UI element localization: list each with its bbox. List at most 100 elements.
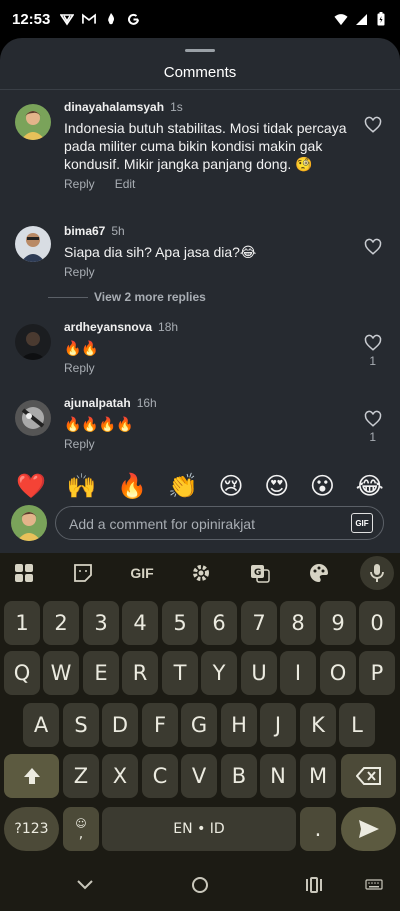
key-5[interactable]: 5: [162, 601, 198, 645]
key-4[interactable]: 4: [122, 601, 158, 645]
key-b[interactable]: B: [221, 754, 257, 798]
key-y[interactable]: Y: [201, 651, 237, 695]
key-x[interactable]: X: [102, 754, 138, 798]
my-avatar: [11, 505, 47, 541]
like-heart-icon[interactable]: [364, 334, 382, 352]
space-key[interactable]: EN • ID: [102, 807, 296, 851]
emoji-heart-eyes-button[interactable]: 😍: [264, 472, 289, 500]
gif-button[interactable]: GIF: [351, 513, 373, 533]
key-8[interactable]: 8: [280, 601, 316, 645]
comment-input-row: GIF: [0, 502, 400, 550]
key-a[interactable]: A: [23, 703, 59, 747]
key-l[interactable]: L: [339, 703, 375, 747]
emoji-crying-button[interactable]: 😢: [219, 472, 244, 500]
settings-icon[interactable]: [183, 555, 219, 591]
sticker-icon[interactable]: [65, 555, 101, 591]
emoji-comma-key[interactable]: ☺ ,: [63, 807, 99, 851]
emoji-laughing-button[interactable]: 😂: [356, 472, 384, 500]
reply-button[interactable]: Reply: [64, 177, 95, 191]
emoji-heart-button[interactable]: ❤️: [16, 472, 46, 500]
key-i[interactable]: I: [280, 651, 316, 695]
apps-icon[interactable]: [6, 555, 42, 591]
comment-time: 5h: [111, 224, 125, 238]
like-heart-icon[interactable]: [364, 116, 382, 134]
wifi-icon: [334, 12, 348, 26]
key-j[interactable]: J: [260, 703, 296, 747]
comment-header: ardheyansnova 18h: [64, 320, 354, 336]
comment-username[interactable]: ajunalpatah: [64, 396, 131, 410]
avatar[interactable]: [15, 324, 51, 360]
comment-input[interactable]: [69, 514, 339, 534]
shift-key[interactable]: [4, 754, 59, 798]
key-q[interactable]: Q: [4, 651, 40, 695]
flame-icon: [104, 12, 118, 26]
emoji-surprised-button[interactable]: 😮: [310, 472, 335, 500]
key-k[interactable]: K: [300, 703, 336, 747]
comment-text: Indonesia butuh stabilitas. Mosi tidak p…: [64, 120, 347, 172]
comment-username[interactable]: bima67: [64, 224, 105, 238]
key-1[interactable]: 1: [4, 601, 40, 645]
key-z[interactable]: Z: [63, 754, 99, 798]
drag-handle[interactable]: [185, 49, 215, 52]
key-c[interactable]: C: [142, 754, 178, 798]
key-n[interactable]: N: [260, 754, 296, 798]
comment-username[interactable]: ardheyansnova: [64, 320, 152, 334]
status-time: 12:53: [12, 10, 51, 28]
key-7[interactable]: 7: [241, 601, 277, 645]
recents-icon[interactable]: [302, 873, 326, 897]
send-key[interactable]: [341, 807, 396, 851]
edit-button[interactable]: Edit: [115, 177, 136, 191]
mic-icon[interactable]: [360, 555, 394, 590]
avatar[interactable]: [15, 400, 51, 436]
key-u[interactable]: U: [241, 651, 277, 695]
avatar[interactable]: [15, 226, 51, 262]
emoji-clap-button[interactable]: 👏: [168, 472, 198, 500]
key-v[interactable]: V: [181, 754, 217, 798]
keyboard-switch-icon[interactable]: [362, 873, 386, 897]
svg-text:G: G: [254, 568, 261, 578]
like-heart-icon[interactable]: [364, 410, 382, 428]
symbols-key[interactable]: ?123: [4, 807, 59, 851]
key-g[interactable]: G: [181, 703, 217, 747]
key-6[interactable]: 6: [201, 601, 237, 645]
back-chevron-icon[interactable]: [73, 873, 97, 897]
key-h[interactable]: H: [221, 703, 257, 747]
key-r[interactable]: R: [122, 651, 158, 695]
key-3[interactable]: 3: [83, 601, 119, 645]
period-key[interactable]: .: [300, 807, 336, 851]
keyboard-row-1: Q W E R T Y U I O P: [0, 651, 400, 695]
avatar[interactable]: [15, 104, 51, 140]
comment-header: ajunalpatah 16h: [64, 396, 354, 412]
like-heart-icon[interactable]: [364, 238, 382, 256]
key-0[interactable]: 0: [359, 601, 395, 645]
keyboard-toolbar: GIF G: [0, 553, 400, 592]
key-s[interactable]: S: [63, 703, 99, 747]
key-2[interactable]: 2: [43, 601, 79, 645]
key-9[interactable]: 9: [320, 601, 356, 645]
reply-button[interactable]: Reply: [64, 437, 95, 451]
palette-icon[interactable]: [301, 555, 337, 591]
comment-text: Siapa dia sih? Apa jasa dia?😂: [64, 244, 257, 260]
translate-icon[interactable]: G: [242, 555, 278, 591]
status-system-icons: [334, 12, 388, 26]
emoji-raised-hands-button[interactable]: 🙌: [67, 472, 97, 500]
gif-tool-button[interactable]: GIF: [124, 555, 160, 591]
home-icon[interactable]: [188, 873, 212, 897]
comma-label: ,: [78, 826, 84, 842]
key-d[interactable]: D: [102, 703, 138, 747]
keyboard-row-2: A S D F G H J K L: [0, 703, 400, 747]
key-p[interactable]: P: [359, 651, 395, 695]
key-m[interactable]: M: [300, 754, 336, 798]
emoji-fire-button[interactable]: 🔥: [117, 472, 147, 500]
key-e[interactable]: E: [83, 651, 119, 695]
reply-button[interactable]: Reply: [64, 361, 95, 375]
comment-username[interactable]: dinayahalamsyah: [64, 100, 164, 114]
comment-actions: Reply: [64, 361, 354, 375]
key-o[interactable]: O: [320, 651, 356, 695]
key-t[interactable]: T: [162, 651, 198, 695]
view-more-replies-button[interactable]: View 2 more replies: [48, 290, 206, 304]
key-f[interactable]: F: [142, 703, 178, 747]
key-w[interactable]: W: [43, 651, 79, 695]
backspace-key[interactable]: [341, 754, 396, 798]
reply-button[interactable]: Reply: [64, 265, 95, 279]
